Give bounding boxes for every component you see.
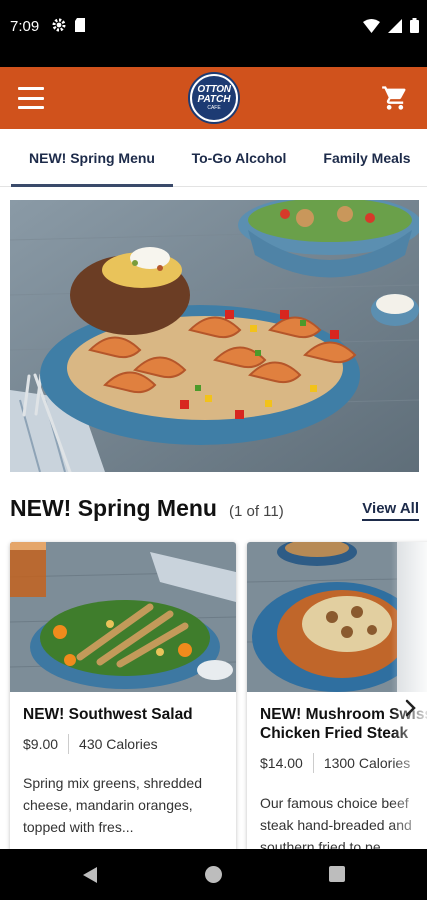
status-time: 7:09: [10, 18, 40, 35]
hamburger-menu-button[interactable]: [18, 87, 44, 109]
menu-item-image: [10, 542, 236, 692]
system-navigation-bar: [0, 849, 427, 900]
battery-icon: [410, 18, 419, 33]
cart-icon[interactable]: [381, 84, 409, 112]
logo-line3: CAFE: [207, 105, 221, 111]
logo-line2: PATCH: [197, 94, 231, 105]
hero-food-image[interactable]: [10, 200, 419, 472]
menu-item-description: Spring mix greens, shredded cheese, mand…: [23, 775, 202, 835]
menu-item-meta: $14.00 1300 Calories: [260, 753, 410, 773]
menu-item-name: NEW! Southwest Salad: [23, 706, 193, 723]
signal-icon: [388, 18, 402, 33]
wifi-icon: [363, 18, 380, 33]
home-icon[interactable]: [205, 866, 222, 883]
section-title: NEW! Spring Menu: [10, 495, 217, 521]
menu-item-meta: $9.00 430 Calories: [23, 734, 158, 754]
chevron-right-icon: [405, 699, 416, 717]
status-bar: 7:09: [0, 0, 427, 67]
app-header: OTTON PATCH CAFE: [0, 67, 427, 129]
carousel-next-button[interactable]: [401, 695, 421, 721]
section-item-count: (1 of 11): [229, 503, 284, 520]
menu-category-tabs: NEW! Spring Menu To-Go Alcohol Family Me…: [0, 129, 427, 187]
sd-card-icon: [75, 18, 85, 32]
view-all-link[interactable]: View All: [362, 500, 419, 521]
menu-item-price: $14.00: [260, 755, 303, 771]
menu-item-card[interactable]: NEW! Southwest Salad $9.00 430 Calories …: [10, 542, 236, 852]
menu-item-calories: 430 Calories: [79, 736, 158, 752]
brand-logo[interactable]: OTTON PATCH CAFE: [188, 72, 240, 124]
recents-icon[interactable]: [329, 866, 345, 882]
tab-family-meals[interactable]: Family Meals: [314, 129, 420, 187]
tab-new-spring-menu[interactable]: NEW! Spring Menu: [11, 129, 173, 187]
menu-item-price: $9.00: [23, 736, 59, 752]
tab-to-go-alcohol[interactable]: To-Go Alcohol: [183, 129, 295, 187]
gear-icon: [52, 18, 66, 32]
back-icon[interactable]: [82, 866, 98, 884]
